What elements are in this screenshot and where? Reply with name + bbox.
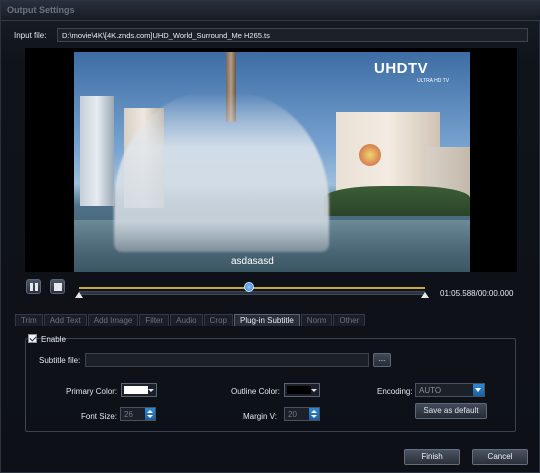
subtitle-overlay: asdasasd	[231, 256, 274, 267]
subtitle-file-field[interactable]	[85, 353, 369, 367]
font-size-value: 26	[124, 410, 133, 419]
margin-v-label: Margin V:	[243, 412, 277, 421]
title-bar: Output Settings	[1, 1, 540, 21]
input-file-field[interactable]: D:\movie\4K\[4K.znds.com]UHD_World_Surro…	[57, 28, 528, 42]
tab-other[interactable]: Other	[333, 314, 366, 326]
chevron-down-icon	[473, 384, 484, 396]
font-size-stepper[interactable]: 26	[120, 407, 156, 421]
tab-crop[interactable]: Crop	[203, 314, 233, 326]
trim-end-marker[interactable]	[421, 292, 429, 298]
tab-norm[interactable]: Norm	[300, 314, 333, 326]
tab-add-text[interactable]: Add Text	[43, 314, 87, 326]
primary-color-label: Primary Color:	[66, 387, 118, 396]
enable-checkbox[interactable]	[28, 334, 37, 343]
stop-button[interactable]	[50, 279, 65, 294]
margin-v-value: 20	[288, 410, 297, 419]
tab-add-image[interactable]: Add Image	[87, 314, 139, 326]
trim-start-marker[interactable]	[75, 292, 83, 298]
tab-trim[interactable]: Trim	[15, 314, 43, 326]
input-file-label: Input file:	[14, 31, 47, 40]
font-size-label: Font Size:	[81, 412, 118, 421]
finish-button[interactable]: Finish	[404, 449, 460, 465]
pause-button[interactable]	[26, 279, 41, 294]
encoding-label: Encoding:	[377, 387, 413, 396]
stepper-arrows-icon[interactable]	[309, 408, 319, 420]
sphere-sign	[359, 144, 381, 166]
outline-color-swatch	[287, 386, 311, 394]
primary-color-picker[interactable]	[121, 383, 157, 397]
video-preview: UHDTV ULTRA HD TV asdasasd	[25, 48, 517, 272]
chevron-down-icon	[311, 389, 317, 392]
watermark-subtext: ULTRA HD TV	[417, 78, 450, 84]
encoding-select[interactable]: AUTO	[415, 383, 485, 397]
enable-label: Enable	[41, 335, 66, 344]
pause-icon	[30, 283, 38, 291]
tab-filter[interactable]: Filter	[139, 314, 170, 326]
outline-color-label: Outline Color:	[231, 387, 280, 396]
tab-plug-in-subtitle[interactable]: Plug-in Subtitle	[233, 314, 300, 326]
timeline-track[interactable]	[79, 291, 425, 295]
margin-v-stepper[interactable]: 20	[284, 407, 320, 421]
video-frame: UHDTV ULTRA HD TV asdasasd	[74, 52, 470, 272]
primary-color-swatch	[124, 386, 148, 394]
watermark-logo: UHDTV	[374, 60, 429, 77]
window-title: Output Settings	[7, 5, 75, 15]
stop-icon	[54, 283, 62, 291]
building-left	[80, 96, 114, 206]
outline-color-picker[interactable]	[284, 383, 320, 397]
encoding-value: AUTO	[419, 386, 442, 395]
trees	[324, 186, 470, 216]
chevron-down-icon	[148, 389, 154, 392]
tab-audio[interactable]: Audio	[170, 314, 203, 326]
cancel-button[interactable]: Cancel	[472, 449, 528, 465]
output-settings-window: Output Settings Input file: D:\movie\4K\…	[0, 0, 540, 473]
playhead-thumb[interactable]	[243, 282, 254, 292]
settings-tabs: Trim Add Text Add Image Filter Audio Cro…	[15, 314, 366, 326]
stepper-arrows-icon[interactable]	[145, 408, 155, 420]
save-as-default-button[interactable]: Save as default	[415, 403, 487, 419]
timecode: 01:05.588/00:00.000	[440, 289, 514, 298]
subtitle-file-label: Subtitle file:	[39, 356, 81, 365]
browse-button[interactable]: ...	[373, 353, 391, 367]
